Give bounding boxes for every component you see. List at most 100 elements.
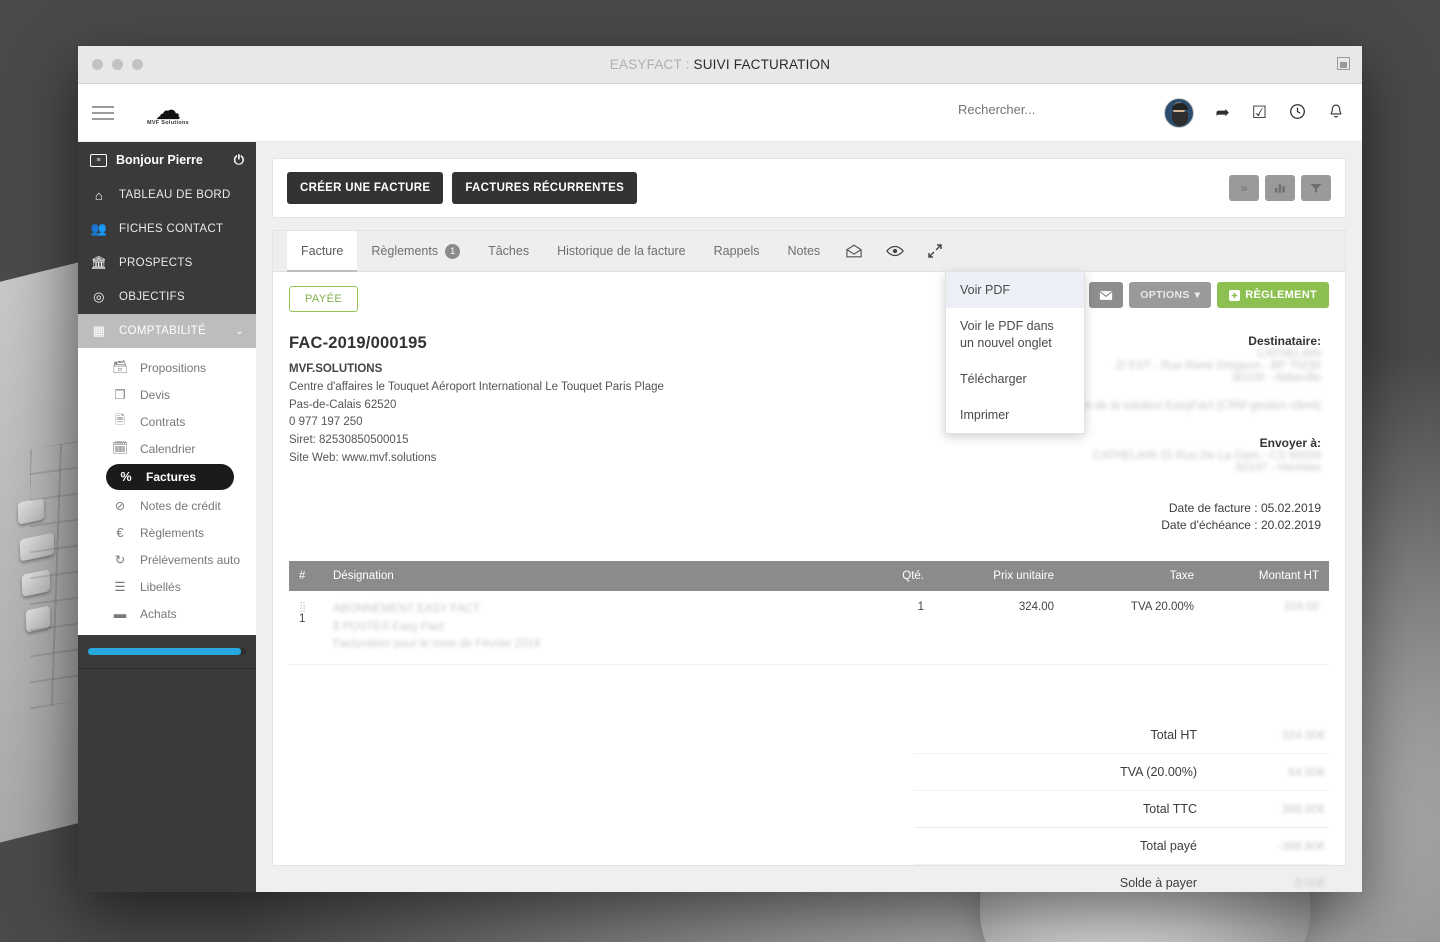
total-row-total-paye: Total payé -388.80€ [914, 828, 1329, 866]
email-button[interactable] [1089, 282, 1124, 308]
invoice-number: FAC-2019/000195 [289, 334, 427, 352]
cell-designation: ABONNEMENT EASY FACT 8 POSTES Easy Fact … [323, 590, 844, 666]
th-qty: Qté. [844, 560, 934, 591]
sidebar-subitem-libelles[interactable]: ☰ Libellés [78, 573, 256, 600]
invoice-issuer-block: FAC-2019/000195 MVF.SOLUTIONS Centre d'a… [289, 334, 949, 535]
designation-line-2: 8 POSTES Easy Fact [333, 620, 444, 633]
sidebar-item-prospects[interactable]: 🏛 PROSPECTS [78, 246, 256, 280]
total-label: Total TTC [1143, 802, 1197, 817]
copy-icon: ❐ [114, 388, 126, 402]
sidebar-subitem-label: Règlements [140, 525, 205, 540]
sidebar-subitem-factures[interactable]: % Factures [106, 464, 234, 490]
sidebar-subitem-devis[interactable]: ❐ Devis [78, 381, 256, 408]
euro-icon: € [116, 525, 124, 540]
avatar[interactable] [1163, 97, 1194, 128]
tab-facture[interactable]: Facture [287, 231, 358, 272]
stats-chart-icon[interactable] [1265, 175, 1295, 201]
progress-track [88, 648, 246, 655]
list-icon: ☰ [114, 580, 126, 594]
cell-index: ⣿ 1 [289, 590, 323, 666]
tasks-checkbox-icon[interactable]: ☑ [1252, 104, 1267, 121]
menu-item-imprimer[interactable]: Imprimer [946, 397, 1084, 433]
reglement-button[interactable]: RÈGLEMENT [1217, 282, 1329, 308]
restore-window-icon[interactable] [1337, 57, 1350, 70]
designation-line-3: Facturation pour le mois de Février 2019 [333, 638, 541, 651]
issuer-phone: 0 977 197 250 [289, 416, 363, 429]
options-label: OPTIONS [1140, 289, 1190, 301]
issuer-website: Site Web: www.mvf.solutions [289, 452, 437, 465]
tab-rappels[interactable]: Rappels [700, 231, 774, 271]
total-value: 64.80€ [1288, 765, 1325, 780]
items-table: # Désignation Qté. Prix unitaire Taxe Mo… [289, 560, 1329, 666]
total-value: 324.00€ [1281, 728, 1325, 743]
collapse-chevron-icon[interactable]: » [1229, 175, 1259, 201]
sidebar-subitem-label: Propositions [140, 360, 207, 375]
prospects-icon: 🏛 [90, 255, 108, 270]
eye-icon[interactable] [874, 231, 916, 271]
issuer-name: MVF.SOLUTIONS [289, 363, 383, 375]
check-circle-icon: ⊘ [114, 499, 126, 513]
options-button[interactable]: OPTIONS ▾ [1129, 282, 1212, 308]
reglement-label: RÈGLEMENT [1245, 289, 1317, 301]
window-title-main: SUIVI FACTURATION [693, 57, 831, 72]
expand-icon[interactable] [916, 231, 954, 271]
tab-taches[interactable]: Tâches [474, 231, 543, 271]
app-body: ≡ Bonjour Pierre ⏻ ⌂ TABLEAU DE BORD 👥 F… [78, 142, 1362, 892]
sidebar-subitem-achats[interactable]: ▬ Achats [78, 600, 256, 627]
tab-reglements[interactable]: Règlements 1 [357, 231, 474, 271]
bell-icon[interactable] [1328, 103, 1344, 123]
sidebar-item-fiches-contact[interactable]: 👥 FICHES CONTACT [78, 212, 256, 246]
sidebar-subitem-notes-de-credit[interactable]: ⊘ Notes de crédit [78, 492, 256, 519]
create-invoice-button[interactable]: CRÉER UNE FACTURE [287, 172, 444, 204]
table-row[interactable]: ⣿ 1 ABONNEMENT EASY FACT 8 POSTES Easy F… [289, 590, 1329, 666]
menu-item-voir-pdf[interactable]: Voir PDF [946, 272, 1084, 309]
share-icon[interactable]: ➦ [1216, 104, 1230, 121]
total-label: Total HT [1150, 728, 1197, 743]
power-icon[interactable]: ⏻ [234, 152, 244, 168]
keyboard-key [25, 605, 51, 633]
total-label: TVA (20.00%) [1120, 765, 1197, 780]
calculator-icon: ▦ [92, 323, 106, 338]
items-table-body: ⣿ 1 ABONNEMENT EASY FACT 8 POSTES Easy F… [289, 590, 1329, 666]
sidebar-submenu: 🗃 Propositions ❐ Devis 🗎 Contrats 🗓 Cale… [78, 348, 256, 635]
sidebar-subitem-contrats[interactable]: 🗎 Contrats [78, 408, 256, 435]
tab-historique[interactable]: Historique de la facture [543, 231, 700, 271]
sidebar-subitem-reglements[interactable]: € Règlements [78, 519, 256, 546]
hamburger-icon[interactable] [92, 105, 114, 120]
drag-handle-icon[interactable]: ⣿ [299, 602, 307, 613]
total-row-solde: Solde à payer 0.00€ [914, 865, 1329, 892]
recurring-invoices-button[interactable]: FACTURES RÉCURRENTES [452, 172, 638, 204]
invoice-header: FAC-2019/000195 MVF.SOLUTIONS Centre d'a… [273, 312, 1345, 535]
chevron-down-icon: ⌄ [235, 325, 244, 337]
date-due: Date d'échéance : 20.02.2019 [1161, 518, 1321, 533]
search-input[interactable] [958, 102, 1178, 117]
th-amount-ht: Montant HT [1204, 560, 1329, 591]
filter-icon[interactable] [1301, 175, 1331, 201]
pdf-dropdown-menu: Voir PDF Voir le PDF dans un nouvel ongl… [945, 271, 1085, 435]
sidebar-item-tableau-de-bord[interactable]: ⌂ TABLEAU DE BORD [78, 178, 256, 212]
sidebar-subitem-prelevements-auto[interactable]: ↻ Prélèvements auto [78, 546, 256, 573]
issuer-siret: Siret: 82530850500015 [289, 434, 409, 447]
cell-amount-ht: 324.00 [1204, 590, 1329, 666]
sidebar-item-objectifs[interactable]: ◎ OBJECTIFS [78, 280, 256, 314]
sidebar-subitem-propositions[interactable]: 🗃 Propositions [78, 354, 256, 381]
sidebar-subitem-calendrier[interactable]: 🗓 Calendrier [78, 435, 256, 462]
issuer-address-2: Pas-de-Calais 62520 [289, 398, 397, 411]
brand-logo[interactable]: ☁ MVF Solutions [140, 97, 196, 126]
menu-item-telecharger[interactable]: Télécharger [946, 361, 1084, 397]
archive-icon: 🗃 [112, 360, 128, 374]
sidebar-subitem-label: Notes de crédit [140, 498, 221, 513]
open-envelope-icon[interactable] [834, 231, 874, 271]
sendto-line: 62147 - Hermies [1235, 462, 1321, 474]
tab-notes[interactable]: Notes [774, 231, 835, 271]
cell-qty: 1 [844, 590, 934, 666]
row-index: 1 [299, 612, 306, 625]
browser-window: EASYFACT : SUIVI FACTURATION ☁ MVF Solut… [78, 46, 1362, 892]
sidebar-item-comptabilite[interactable]: ▦ COMPTABILITÉ ⌄ [78, 314, 256, 348]
th-tax: Taxe [1064, 560, 1204, 591]
clock-icon[interactable] [1289, 103, 1306, 123]
refresh-icon: ↻ [114, 553, 126, 567]
invoice-dates: Date de facture : 05.02.2019 Date d'éché… [949, 500, 1321, 535]
menu-item-voir-pdf-nouvel-onglet[interactable]: Voir le PDF dans un nouvel onglet [946, 308, 1084, 361]
status-badge: PAYÉE [289, 286, 359, 312]
